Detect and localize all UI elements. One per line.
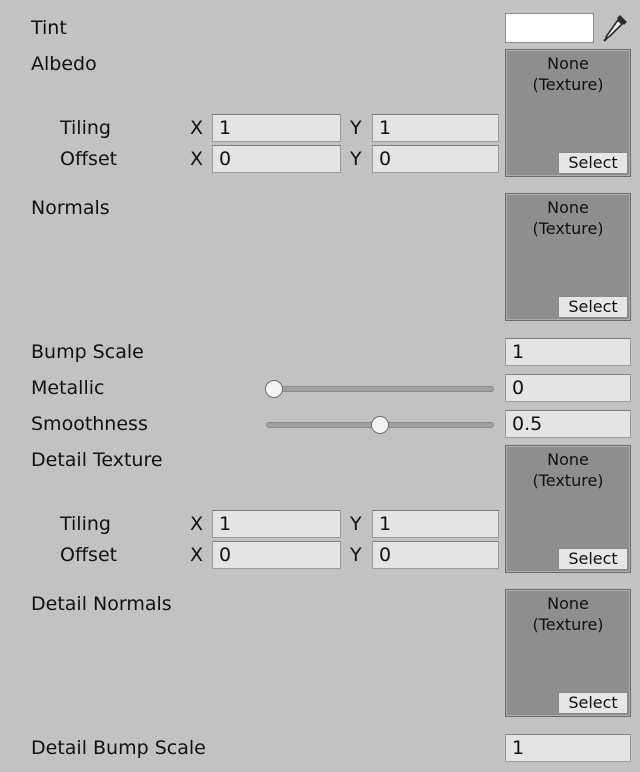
albedo-offset-label: Offset <box>60 148 118 170</box>
albedo-texture-name: None (Texture) <box>532 54 604 94</box>
detail-offset-y-label: Y <box>350 544 362 566</box>
detail-tiling-label: Tiling <box>60 513 111 535</box>
detail-normals-texture-name: None (Texture) <box>532 594 604 634</box>
bump-scale-label: Bump Scale <box>31 341 144 363</box>
albedo-select-button[interactable]: Select <box>558 152 628 174</box>
albedo-offset-x-field[interactable] <box>212 145 341 173</box>
metallic-slider-track[interactable] <box>266 386 494 392</box>
metallic-slider-thumb[interactable] <box>265 380 283 398</box>
detail-normals-select-button[interactable]: Select <box>558 692 628 714</box>
detail-tiling-y-label: Y <box>350 513 362 535</box>
metallic-field[interactable] <box>505 374 631 402</box>
detail-tiling-x-label: X <box>190 513 204 535</box>
detail-normals-label: Detail Normals <box>31 593 172 615</box>
albedo-tiling-y-field[interactable] <box>372 114 499 142</box>
detail-bump-scale-label: Detail Bump Scale <box>31 737 206 759</box>
detail-tiling-y-field[interactable] <box>372 510 499 538</box>
bump-scale-field[interactable] <box>505 338 631 366</box>
albedo-tiling-y-label: Y <box>350 117 362 139</box>
detail-bump-scale-field[interactable] <box>505 734 631 762</box>
smoothness-field[interactable] <box>505 410 631 438</box>
albedo-tiling-x-label: X <box>190 117 204 139</box>
normals-texture-name: None (Texture) <box>532 198 604 238</box>
detail-normals-texture-slot[interactable]: None (Texture) Select <box>505 589 631 717</box>
albedo-offset-y-field[interactable] <box>372 145 499 173</box>
albedo-label: Albedo <box>31 53 97 75</box>
albedo-tiling-label: Tiling <box>60 117 111 139</box>
material-inspector: Tint Albedo None (Texture) Select Tiling… <box>0 0 640 772</box>
smoothness-label: Smoothness <box>31 413 148 435</box>
tint-label: Tint <box>31 17 67 39</box>
metallic-label: Metallic <box>31 377 105 399</box>
normals-select-button[interactable]: Select <box>558 296 628 318</box>
detail-offset-label: Offset <box>60 544 118 566</box>
detail-offset-y-field[interactable] <box>372 541 499 569</box>
detail-texture-label: Detail Texture <box>31 449 163 471</box>
albedo-offset-y-label: Y <box>350 148 362 170</box>
albedo-offset-x-label: X <box>190 148 204 170</box>
detail-texture-select-button[interactable]: Select <box>558 548 628 570</box>
albedo-texture-slot[interactable]: None (Texture) Select <box>505 49 631 177</box>
detail-texture-name: None (Texture) <box>532 450 604 490</box>
smoothness-slider-thumb[interactable] <box>371 416 389 434</box>
eyedropper-icon[interactable] <box>601 11 631 45</box>
normals-texture-slot[interactable]: None (Texture) Select <box>505 193 631 321</box>
detail-tiling-x-field[interactable] <box>212 510 341 538</box>
tint-color-swatch[interactable] <box>505 13 594 43</box>
normals-label: Normals <box>31 197 110 219</box>
detail-texture-slot[interactable]: None (Texture) Select <box>505 445 631 573</box>
albedo-tiling-x-field[interactable] <box>212 114 341 142</box>
detail-offset-x-field[interactable] <box>212 541 341 569</box>
detail-offset-x-label: X <box>190 544 204 566</box>
